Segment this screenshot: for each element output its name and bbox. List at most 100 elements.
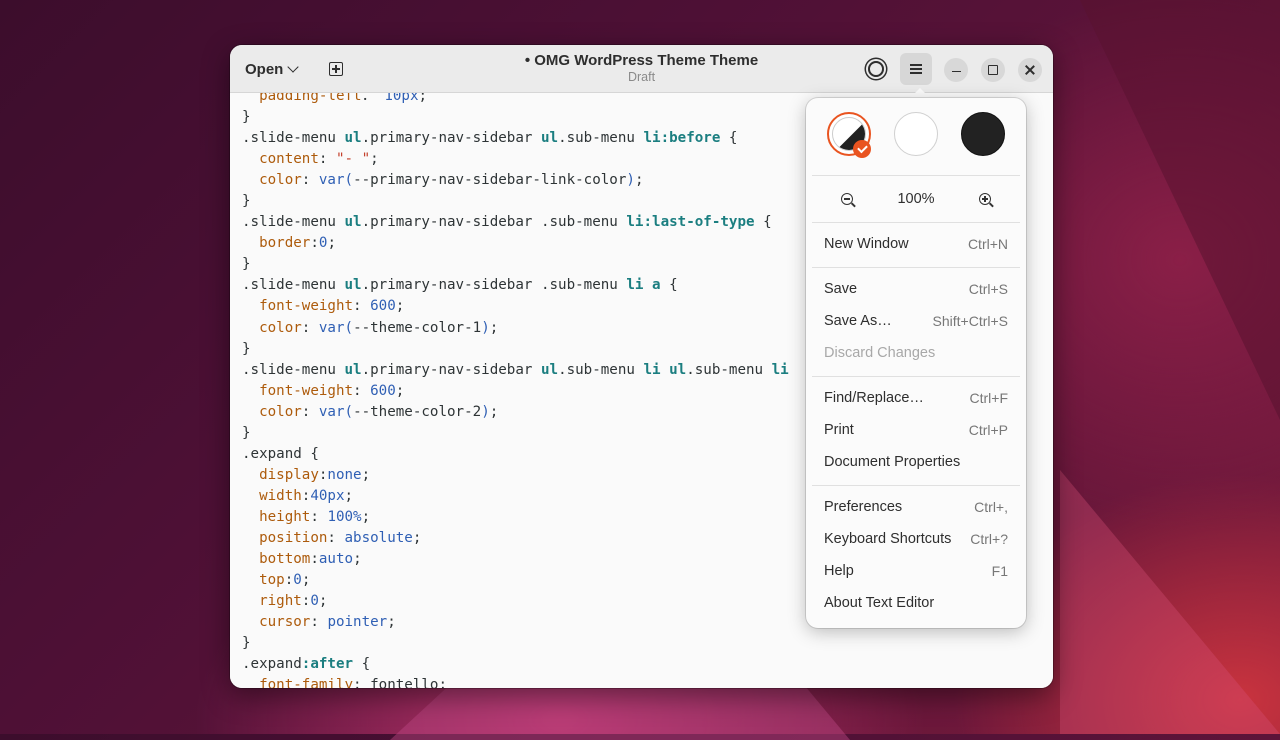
code-token: .expand { bbox=[242, 445, 319, 462]
code-token: ; bbox=[318, 593, 328, 610]
code-line: display:none; bbox=[242, 465, 789, 486]
code-token: 0 bbox=[310, 593, 319, 610]
zoom-in-icon bbox=[979, 193, 991, 205]
code-token: ; bbox=[489, 403, 499, 420]
light-style-swatch[interactable] bbox=[894, 112, 938, 156]
main-menu-button[interactable] bbox=[900, 53, 932, 85]
style-scheme-selector bbox=[806, 112, 1026, 160]
menu-item-save[interactable]: Save Ctrl+S bbox=[812, 274, 1020, 304]
menu-item-save-as[interactable]: Save As… Shift+Ctrl+S bbox=[812, 306, 1020, 336]
code-token: : bbox=[301, 172, 319, 189]
code-text: padding-left： 10px;} .slide-menu ul.prima… bbox=[242, 93, 789, 688]
code-token: absolute bbox=[344, 529, 413, 546]
code-token: ; bbox=[634, 172, 644, 189]
code-token: "- " bbox=[335, 151, 371, 168]
code-token: content bbox=[242, 151, 319, 168]
code-token: .expand bbox=[242, 656, 302, 673]
menu-item-label: Save As… bbox=[824, 313, 892, 329]
zoom-out-icon bbox=[841, 193, 853, 205]
gear-icon bbox=[868, 61, 884, 77]
code-token: font-weight bbox=[242, 298, 354, 315]
code-line: color: var(--theme-color-1); bbox=[242, 318, 789, 339]
menu-item-keyboard-shortcuts[interactable]: Keyboard Shortcuts Ctrl+? bbox=[812, 524, 1020, 554]
new-tab-icon bbox=[329, 62, 343, 76]
code-line: } bbox=[242, 633, 789, 654]
document-settings-button[interactable] bbox=[860, 53, 892, 85]
code-token: var( bbox=[318, 403, 354, 420]
menu-item-label: Keyboard Shortcuts bbox=[824, 531, 952, 547]
code-token: { bbox=[720, 130, 738, 147]
code-line: bottom:auto; bbox=[242, 549, 789, 570]
close-icon bbox=[1025, 65, 1035, 75]
minimize-button[interactable] bbox=[944, 58, 968, 82]
menu-item-accel: Ctrl+F bbox=[969, 390, 1009, 406]
code-token: 600 bbox=[370, 382, 396, 399]
code-token: border bbox=[242, 235, 311, 252]
menu-item-document-properties[interactable]: Document Properties bbox=[812, 447, 1020, 477]
menu-item-help[interactable]: Help F1 bbox=[812, 556, 1020, 586]
menu-item-label: New Window bbox=[824, 236, 909, 252]
code-line: content: "- "; bbox=[242, 149, 789, 170]
code-token: : bbox=[310, 551, 319, 568]
document-subtitle: Draft bbox=[627, 70, 656, 84]
code-line: } bbox=[242, 191, 789, 212]
code-token: ; bbox=[361, 466, 371, 483]
zoom-out-button[interactable] bbox=[834, 186, 860, 212]
code-token: } bbox=[242, 193, 251, 210]
code-line: font-family: fontello; bbox=[242, 675, 789, 688]
code-line: } bbox=[242, 107, 789, 128]
dark-style-swatch[interactable] bbox=[961, 112, 1005, 156]
code-line: color: var(--theme-color-2); bbox=[242, 402, 789, 423]
code-token: { bbox=[660, 277, 678, 294]
code-line: cursor: pointer; bbox=[242, 612, 789, 633]
code-token: none bbox=[327, 466, 362, 483]
code-line: top:0; bbox=[242, 570, 789, 591]
code-line: .expand:after { bbox=[242, 654, 789, 675]
menu-item-print[interactable]: Print Ctrl+P bbox=[812, 415, 1020, 445]
menu-item-preferences[interactable]: Preferences Ctrl+, bbox=[812, 492, 1020, 522]
code-token: } bbox=[242, 256, 251, 273]
menu-separator bbox=[812, 222, 1020, 223]
menu-item-label: Find/Replace… bbox=[824, 390, 924, 406]
code-token: li bbox=[771, 361, 789, 378]
code-token: .primary-nav-sidebar .sub-menu bbox=[361, 277, 627, 294]
menu-item-about[interactable]: About Text Editor bbox=[812, 588, 1020, 618]
code-line: .slide-menu ul.primary-nav-sidebar .sub-… bbox=[242, 275, 789, 296]
code-token: font-weight bbox=[242, 382, 354, 399]
open-button[interactable]: Open bbox=[236, 55, 306, 83]
code-token: color bbox=[242, 319, 302, 336]
code-token: top bbox=[242, 572, 285, 589]
code-token: : bbox=[310, 235, 319, 252]
headerbar: Open • OMG WordPress Theme Theme Draft bbox=[230, 45, 1053, 93]
code-token: var( bbox=[318, 319, 354, 336]
code-token: padding-left bbox=[242, 93, 362, 104]
code-line: } bbox=[242, 339, 789, 360]
menu-item-find-replace[interactable]: Find/Replace… Ctrl+F bbox=[812, 383, 1020, 413]
code-token: : bbox=[301, 403, 319, 420]
close-button[interactable] bbox=[1018, 58, 1042, 82]
code-token: ; bbox=[418, 93, 428, 104]
menu-item-new-window[interactable]: New Window Ctrl+N bbox=[812, 229, 1020, 259]
zoom-in-button[interactable] bbox=[972, 186, 998, 212]
code-token: .sub-menu bbox=[686, 361, 772, 378]
zoom-level[interactable]: 100% bbox=[886, 191, 946, 207]
code-line: position: absolute; bbox=[242, 528, 789, 549]
code-token: .primary-nav-sidebar bbox=[361, 361, 541, 378]
code-token: { bbox=[754, 214, 772, 231]
open-button-label: Open bbox=[245, 60, 284, 78]
new-tab-button[interactable] bbox=[324, 57, 348, 81]
menu-item-accel: Ctrl+, bbox=[974, 499, 1008, 515]
code-line: height: 100%; bbox=[242, 507, 789, 528]
maximize-button[interactable] bbox=[981, 58, 1005, 82]
code-token: --theme-color-2 bbox=[353, 403, 482, 420]
wallpaper-shape bbox=[1060, 470, 1280, 734]
code-token: } bbox=[242, 340, 251, 357]
code-token: fontello; bbox=[370, 677, 448, 688]
code-token: ; bbox=[395, 298, 405, 315]
code-token: } bbox=[242, 424, 251, 441]
code-line: .slide-menu ul.primary-nav-sidebar ul.su… bbox=[242, 360, 789, 381]
code-token: : bbox=[353, 677, 371, 688]
code-line: padding-left： 10px; bbox=[242, 93, 789, 107]
